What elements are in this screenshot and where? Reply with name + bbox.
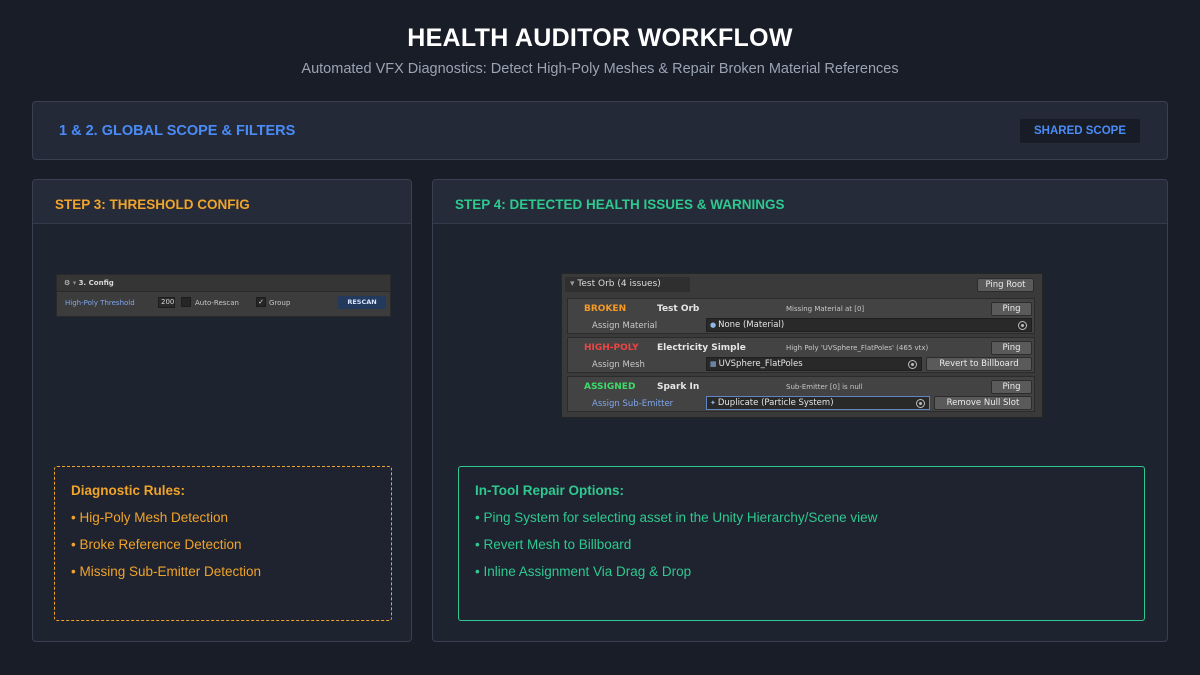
inspector-header[interactable]: ▾ Test Orb (4 issues): [570, 279, 661, 289]
issue-object-name: Test Orb: [657, 304, 700, 314]
config-header[interactable]: ⚙ ▾ 3. Config: [57, 275, 390, 292]
mesh-icon: ▦: [710, 360, 717, 368]
material-object-field[interactable]: ● None (Material): [706, 318, 1032, 332]
repair-item: • Inline Assignment Via Drag & Drop: [475, 564, 692, 579]
auto-rescan-label: Auto-Rescan: [195, 299, 239, 307]
material-icon: ●: [710, 321, 717, 329]
ping-button[interactable]: Ping: [991, 302, 1032, 316]
diagnostic-rules-box: Diagnostic Rules: • Hig-Poly Mesh Detect…: [54, 466, 392, 621]
remove-null-slot-button[interactable]: Remove Null Slot: [934, 396, 1032, 410]
issue-description: Missing Material at [0]: [786, 305, 865, 313]
issue-card-broken: BROKEN Test Orb Missing Material at [0] …: [567, 298, 1035, 334]
global-scope-panel: 1 & 2. GLOBAL SCOPE & FILTERS SHARED SCO…: [32, 101, 1168, 160]
shared-scope-button[interactable]: SHARED SCOPE: [1020, 119, 1140, 143]
object-picker-icon[interactable]: [908, 360, 917, 369]
inspector-header-label: Test Orb (4 issues): [577, 279, 661, 289]
issue-card-high-poly: HIGH-POLY Electricity Simple High Poly '…: [567, 337, 1035, 373]
health-issues-panel: STEP 4: DETECTED HEALTH ISSUES & WARNING…: [432, 179, 1168, 642]
revert-to-billboard-button[interactable]: Revert to Billboard: [926, 357, 1032, 371]
sub-emitter-object-field[interactable]: ✦ Duplicate (Particle System): [706, 396, 930, 410]
config-section: ⚙ ▾ 3. Config High-Poly Threshold 200 Au…: [56, 274, 391, 317]
issues-inspector: ▾ Test Orb (4 issues) Ping Root BROKEN T…: [561, 273, 1043, 418]
assign-label: Assign Sub-Emitter: [592, 399, 674, 409]
issue-description: High Poly 'UVSphere_FlatPoles' (465 vtx): [786, 344, 929, 352]
gear-icon: ⚙: [64, 279, 71, 287]
issue-card-assigned: ASSIGNED Spark In Sub-Emitter [0] is nul…: [567, 376, 1035, 412]
step3-title: STEP 3: THRESHOLD CONFIG: [33, 180, 411, 224]
field-value: Duplicate (Particle System): [717, 398, 834, 408]
ping-button[interactable]: Ping: [991, 341, 1032, 355]
field-value: UVSphere_FlatPoles: [718, 359, 803, 369]
ping-button[interactable]: Ping: [991, 380, 1032, 394]
status-badge: HIGH-POLY: [584, 343, 639, 353]
rules-title: Diagnostic Rules:: [71, 483, 186, 498]
threshold-input[interactable]: 200: [158, 297, 175, 308]
field-value: None (Material): [718, 320, 785, 330]
step4-title: STEP 4: DETECTED HEALTH ISSUES & WARNING…: [433, 180, 1167, 224]
status-badge: BROKEN: [584, 304, 627, 314]
rule-item: • Missing Sub-Emitter Detection: [71, 564, 262, 579]
group-label: Group: [269, 299, 291, 307]
group-checkbox[interactable]: ✓: [256, 297, 266, 307]
particle-system-icon: ✦: [710, 399, 716, 407]
foldout-arrow-icon: ▾: [72, 279, 77, 287]
repair-title: In-Tool Repair Options:: [475, 483, 624, 498]
object-picker-icon[interactable]: [916, 399, 925, 408]
assign-label: Assign Material: [592, 321, 658, 331]
foldout-arrow-icon: ▾: [570, 279, 575, 289]
config-header-label: 3. Config: [78, 279, 114, 287]
ping-root-button[interactable]: Ping Root: [977, 278, 1034, 292]
repair-options-box: In-Tool Repair Options: • Ping System fo…: [458, 466, 1145, 621]
rule-item: • Broke Reference Detection: [71, 537, 242, 552]
mesh-object-field[interactable]: ▦ UVSphere_FlatPoles: [706, 357, 922, 371]
rule-item: • Hig-Poly Mesh Detection: [71, 510, 229, 525]
threshold-config-panel: STEP 3: THRESHOLD CONFIG ⚙ ▾ 3. Config H…: [32, 179, 412, 642]
assign-label: Assign Mesh: [592, 360, 645, 370]
auto-rescan-checkbox[interactable]: [181, 297, 191, 307]
status-badge: ASSIGNED: [584, 382, 636, 392]
threshold-label: High-Poly Threshold: [65, 299, 135, 307]
repair-item: • Ping System for selecting asset in the…: [475, 510, 878, 525]
page-subtitle: Automated VFX Diagnostics: Detect High-P…: [301, 61, 899, 77]
rescan-button[interactable]: RESCAN: [338, 296, 386, 309]
repair-item: • Revert Mesh to Billboard: [475, 537, 632, 552]
scope-title: 1 & 2. GLOBAL SCOPE & FILTERS: [59, 123, 296, 139]
object-picker-icon[interactable]: [1018, 321, 1027, 330]
issue-description: Sub-Emitter [0] is null: [786, 383, 863, 391]
issue-object-name: Spark In: [657, 382, 700, 392]
page-title: HEALTH AUDITOR WORKFLOW: [407, 24, 793, 52]
issue-object-name: Electricity Simple: [657, 343, 746, 353]
